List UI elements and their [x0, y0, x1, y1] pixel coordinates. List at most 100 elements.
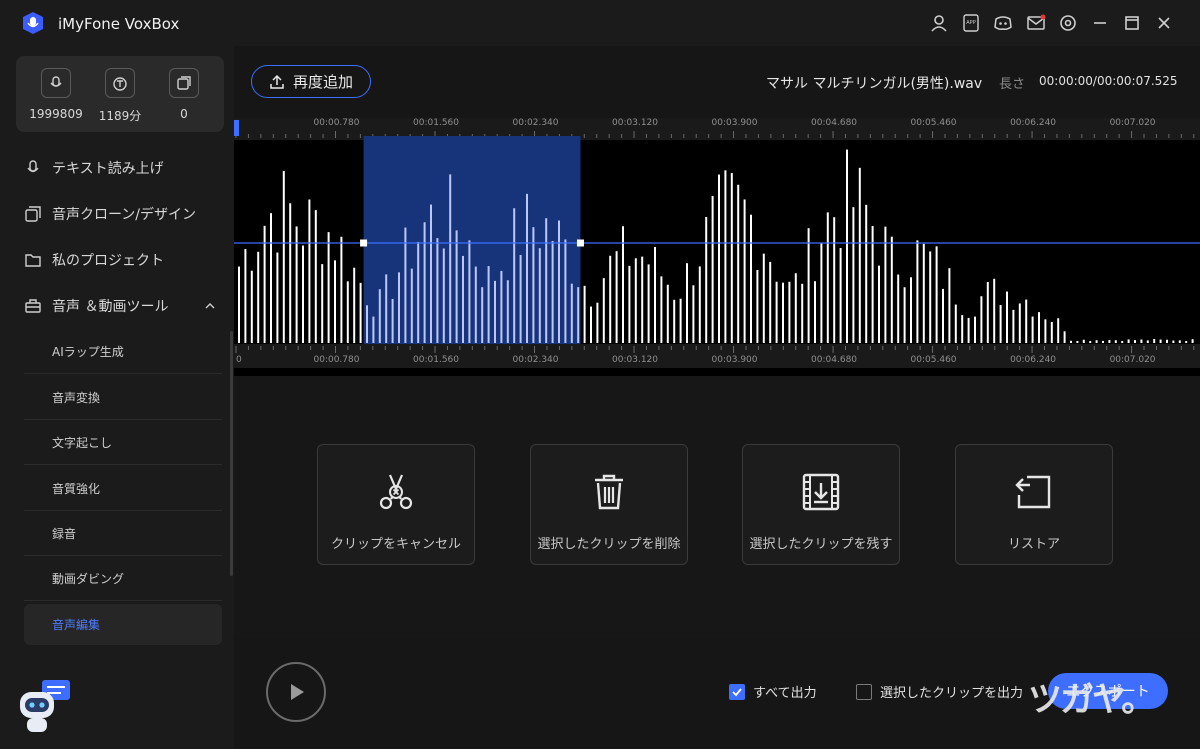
waveform-bar — [1166, 339, 1168, 343]
app-icon[interactable]: APP — [960, 12, 982, 34]
waveform-bar — [417, 241, 420, 343]
main-panel: 再度追加 マサル マルチリンガル(男性).wav 長さ 00:00:00/00:… — [234, 46, 1200, 749]
waveform-bar — [999, 305, 1002, 343]
waveform-bar — [910, 277, 912, 343]
waveform-bar — [1050, 322, 1053, 343]
waveform-bar — [986, 282, 989, 343]
chevron-up-icon[interactable] — [204, 300, 216, 312]
sub-nav-voice-changer[interactable]: 音声変換 — [24, 376, 222, 420]
waveform-bar — [327, 232, 330, 343]
waveform-bar — [1159, 339, 1162, 343]
waveform-bar — [449, 174, 452, 343]
assistant-bot-icon[interactable] — [18, 678, 72, 734]
selection-start-handle[interactable] — [360, 239, 368, 247]
app-title: iMyFone VoxBox — [58, 15, 180, 33]
waveform-bar — [686, 263, 688, 343]
usage-stats: 1999809 1189分 0 — [16, 56, 224, 132]
restore-button[interactable]: リストア — [955, 444, 1113, 565]
ruler-tick-label: 00:01.560 — [413, 355, 459, 365]
output-selected-option[interactable]: 選択したクリップを出力 — [856, 682, 1023, 701]
waveform-bar — [942, 288, 944, 343]
waveform-editor[interactable]: 00:00.780 00:01.560 00:02.340 00:03.120 00:0… — [234, 118, 1200, 376]
waveform-bar — [622, 226, 624, 343]
waveform-bar — [692, 285, 695, 343]
check-icon — [732, 687, 742, 696]
waveform-bar — [878, 265, 880, 343]
waveform-bar — [609, 255, 612, 343]
action-label: クリップをキャンセル — [330, 537, 461, 552]
waveform-bar — [743, 199, 746, 343]
waveform-bar — [404, 227, 407, 343]
cancel-clip-button[interactable]: クリップをキャンセル — [317, 444, 475, 565]
waveform-bar — [558, 220, 560, 343]
waveform-bar — [532, 227, 535, 343]
sub-nav-audio-editing[interactable]: 音声編集 — [24, 604, 222, 645]
waveform-bar — [378, 289, 381, 343]
stat-value: 1189分 — [98, 109, 142, 123]
time-readout: 00:00:00/00:00:07.525 — [1039, 74, 1178, 88]
nav-label: テキスト読み上げ — [52, 161, 164, 177]
selection-region[interactable] — [363, 136, 581, 346]
ruler-tick-label: 00:07.020 — [1109, 118, 1156, 128]
minimize-icon[interactable] — [1089, 12, 1111, 34]
nav-label: 音声 ＆動画ツール — [52, 299, 169, 315]
sub-nav-video-dubbing[interactable]: 動画ダビング — [24, 557, 222, 601]
waveform-bar — [1095, 340, 1098, 343]
waveform-bar — [980, 296, 983, 343]
ruler-tick-label: 00:05.460 — [910, 118, 957, 128]
discord-icon[interactable] — [992, 12, 1014, 34]
clone-icon — [169, 68, 199, 98]
settings-icon[interactable] — [1057, 12, 1079, 34]
waveform-bar — [1178, 340, 1181, 343]
waveform-bar — [750, 214, 752, 343]
play-button[interactable] — [266, 662, 326, 722]
selection-end-handle[interactable] — [576, 239, 584, 247]
waveform-bar — [756, 270, 759, 343]
nav-text-to-speech[interactable]: テキスト読み上げ — [0, 148, 234, 188]
waveform-bar — [596, 302, 599, 343]
nav-audio-video-tools[interactable]: 音声 ＆動画ツール — [0, 286, 234, 326]
output-all-option[interactable]: すべて出力 — [729, 682, 817, 701]
waveform-bar — [577, 287, 580, 343]
nav-my-projects[interactable]: 私のプロジェクト — [0, 240, 234, 280]
mail-icon[interactable] — [1025, 12, 1047, 34]
waveform-bar — [775, 281, 778, 343]
waveform-bar — [455, 230, 458, 343]
sub-nav-audio-enhance[interactable]: 音質強化 — [24, 467, 222, 511]
waveform-bar — [954, 304, 957, 343]
waveform[interactable] — [234, 136, 1200, 346]
play-icon — [291, 684, 304, 700]
ruler-tick-label: 00:06.240 — [1010, 118, 1057, 128]
waveform-bar — [423, 222, 426, 343]
waveform-bar — [884, 226, 887, 343]
re-add-button[interactable]: 再度追加 — [251, 65, 371, 98]
sub-nav-ai-rap[interactable]: AIラップ生成 — [24, 330, 222, 374]
stat-value: 1999809 — [29, 107, 83, 121]
sidebar-scrollbar[interactable] — [230, 331, 233, 576]
waveform-bar — [839, 248, 842, 343]
waveform-bar — [282, 171, 285, 343]
sub-nav-recording[interactable]: 録音 — [24, 512, 222, 556]
playhead-marker[interactable] — [234, 120, 239, 136]
waveform-bar — [718, 174, 720, 343]
waveform-bar — [481, 287, 484, 343]
stat-minutes: 1189分 — [88, 68, 152, 124]
close-icon[interactable] — [1153, 12, 1175, 34]
maximize-icon[interactable] — [1121, 12, 1143, 34]
waveform-bar — [922, 243, 925, 343]
nav-voice-clone[interactable]: 音声クローン/デザイン — [0, 194, 234, 234]
waveform-bar — [654, 246, 656, 343]
output-selected-checkbox[interactable] — [856, 683, 872, 700]
waveform-bar — [903, 287, 906, 343]
keep-selected-clip-button[interactable]: 選択したクリップを残す — [742, 444, 900, 565]
waveform-bar — [359, 282, 362, 343]
waveform-bar — [564, 239, 567, 343]
length-label: 長さ — [999, 77, 1026, 92]
waveform-bar — [634, 258, 637, 343]
delete-selected-clip-button[interactable]: 選択したクリップを削除 — [530, 444, 688, 565]
output-all-checkbox[interactable] — [729, 683, 745, 700]
user-icon[interactable] — [928, 12, 950, 34]
sub-nav-transcription[interactable]: 文字起こし — [24, 421, 222, 465]
waveform-bar — [1031, 316, 1034, 343]
waveform-bar — [769, 261, 772, 343]
